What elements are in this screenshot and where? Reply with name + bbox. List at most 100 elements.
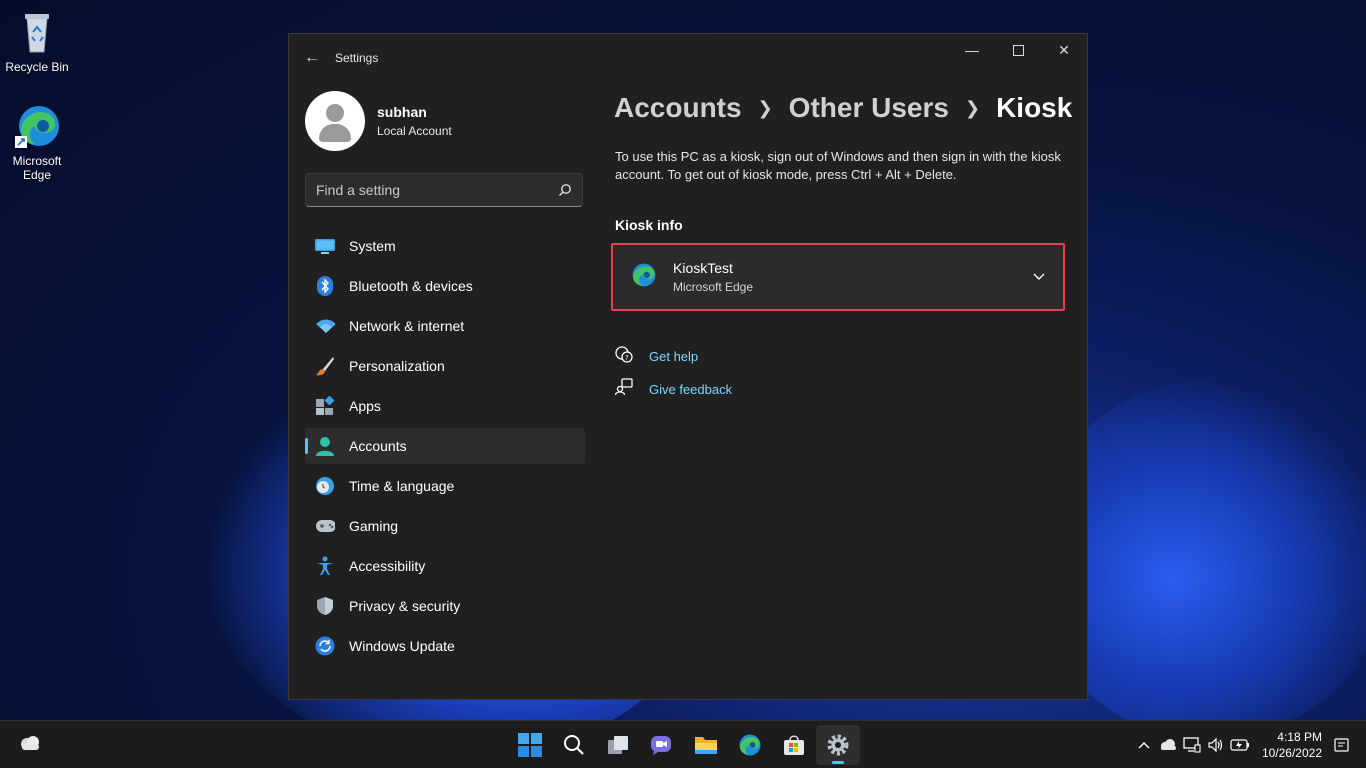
shield-icon bbox=[315, 596, 335, 616]
maximize-icon bbox=[1012, 44, 1024, 56]
minimize-button[interactable]: — bbox=[949, 34, 995, 66]
task-view-button[interactable] bbox=[596, 725, 640, 765]
feedback-icon bbox=[614, 378, 633, 401]
sidebar-item-network[interactable]: Network & internet bbox=[305, 308, 585, 344]
globe-clock-icon bbox=[315, 476, 335, 496]
give-feedback-link[interactable]: Give feedback bbox=[614, 378, 733, 401]
avatar bbox=[305, 91, 365, 151]
chevron-right-icon: ❯ bbox=[964, 97, 981, 118]
get-help-link[interactable]: ? Get help bbox=[615, 345, 698, 368]
sidebar-item-label: Apps bbox=[349, 398, 381, 414]
window-title: Settings bbox=[335, 51, 379, 65]
search-icon bbox=[564, 735, 584, 755]
chevron-right-icon: ❯ bbox=[757, 97, 773, 118]
person-icon bbox=[315, 436, 335, 456]
user-profile[interactable]: subhan Local Account bbox=[305, 91, 452, 151]
sidebar-item-personalization[interactable]: Personalization bbox=[305, 348, 585, 384]
chevron-up-icon[interactable] bbox=[1132, 733, 1156, 757]
sidebar-item-bluetooth[interactable]: Bluetooth & devices bbox=[305, 268, 585, 304]
sidebar-item-accounts[interactable]: Accounts bbox=[305, 428, 585, 464]
bluetooth-icon bbox=[315, 276, 335, 296]
breadcrumb-other-users[interactable]: Other Users bbox=[789, 92, 949, 124]
help-chat-icon: ? bbox=[615, 345, 633, 368]
accessibility-icon bbox=[315, 556, 335, 576]
battery-icon[interactable] bbox=[1228, 733, 1252, 757]
gamepad-icon bbox=[315, 516, 335, 536]
brush-icon bbox=[315, 356, 335, 376]
start-icon bbox=[518, 733, 542, 757]
account-type: Local Account bbox=[377, 124, 452, 138]
settings-taskbar-button[interactable] bbox=[816, 725, 860, 765]
edge-icon bbox=[631, 262, 657, 293]
task-view-icon bbox=[608, 736, 628, 754]
give-feedback-label: Give feedback bbox=[649, 382, 733, 397]
widgets-button[interactable] bbox=[8, 725, 52, 765]
desktop-icon-label: Microsoft Edge bbox=[12, 154, 62, 182]
edge-icon bbox=[13, 102, 61, 150]
sidebar-item-apps[interactable]: Apps bbox=[305, 388, 585, 424]
apps-icon bbox=[315, 396, 335, 416]
kiosk-account-name: KioskTest bbox=[673, 260, 733, 276]
chat-button[interactable] bbox=[640, 725, 684, 765]
network-icon[interactable] bbox=[1180, 733, 1204, 757]
user-name: subhan bbox=[377, 104, 427, 120]
sidebar-item-label: System bbox=[349, 238, 396, 254]
back-button[interactable]: ← bbox=[289, 34, 335, 82]
search-input[interactable] bbox=[316, 182, 536, 198]
notification-icon[interactable] bbox=[1330, 733, 1354, 757]
breadcrumb-accounts[interactable]: Accounts bbox=[614, 92, 742, 124]
sidebar-item-label: Time & language bbox=[349, 478, 455, 494]
sidebar-item-label: Network & internet bbox=[349, 318, 465, 334]
chevron-down-icon[interactable] bbox=[1029, 267, 1049, 287]
section-title: Kiosk info bbox=[615, 217, 683, 233]
volume-icon[interactable] bbox=[1204, 733, 1228, 757]
sidebar-item-label: Bluetooth & devices bbox=[349, 278, 473, 294]
taskbar-search-button[interactable] bbox=[552, 725, 596, 765]
sidebar-item-label: Accounts bbox=[349, 438, 407, 454]
monitor-icon bbox=[315, 236, 335, 256]
clock[interactable]: 4:18 PM 10/26/2022 bbox=[1262, 729, 1322, 761]
minimize-icon: — bbox=[965, 42, 979, 58]
sidebar-item-label: Privacy & security bbox=[349, 598, 461, 614]
desktop-icon-microsoft-edge[interactable]: Microsoft Edge bbox=[0, 102, 74, 182]
sidebar-item-accessibility[interactable]: Accessibility bbox=[305, 548, 585, 584]
sidebar-item-label: Personalization bbox=[349, 358, 445, 374]
desktop-icon-recycle-bin[interactable]: Recycle Bin bbox=[0, 8, 74, 74]
sidebar-item-label: Windows Update bbox=[349, 638, 455, 654]
sidebar-item-windows-update[interactable]: Windows Update bbox=[305, 628, 585, 664]
search-box bbox=[305, 173, 583, 207]
edge-icon bbox=[739, 734, 761, 756]
back-arrow-icon: ← bbox=[304, 49, 320, 66]
onedrive-icon[interactable] bbox=[1156, 733, 1180, 757]
sidebar-nav: System Bluetooth & devices Network & int… bbox=[305, 228, 585, 668]
recycle-bin-icon bbox=[13, 8, 61, 56]
settings-window: ← Settings — ✕ subhan Local Account Find… bbox=[288, 33, 1088, 700]
sidebar-item-gaming[interactable]: Gaming bbox=[305, 508, 585, 544]
search-icon[interactable] bbox=[558, 183, 572, 197]
weather-cloud-icon bbox=[18, 734, 42, 757]
taskbar: 4:18 PM 10/26/2022 bbox=[0, 720, 1366, 768]
start-button[interactable] bbox=[508, 725, 552, 765]
kiosk-app-name: Microsoft Edge bbox=[673, 280, 754, 294]
desktop-icon-label: Recycle Bin bbox=[5, 60, 69, 74]
kiosk-description: To use this PC as a kiosk, sign out of W… bbox=[615, 149, 1061, 182]
clock-date: 10/26/2022 bbox=[1261, 746, 1322, 760]
get-help-label: Get help bbox=[649, 349, 699, 364]
file-explorer-button[interactable] bbox=[684, 725, 728, 765]
sidebar-item-system[interactable]: System bbox=[305, 228, 585, 264]
update-icon bbox=[315, 636, 335, 656]
taskbar-apps bbox=[508, 725, 860, 765]
system-tray: 4:18 PM 10/26/2022 bbox=[1132, 721, 1354, 768]
file-explorer-icon bbox=[695, 737, 717, 754]
window-controls: — ✕ bbox=[949, 34, 1087, 66]
title-bar: ← Settings — ✕ bbox=[289, 34, 1087, 82]
maximize-button[interactable] bbox=[995, 34, 1041, 66]
settings-icon bbox=[827, 734, 849, 756]
store-button[interactable] bbox=[772, 725, 816, 765]
store-icon bbox=[784, 735, 804, 755]
close-button[interactable]: ✕ bbox=[1041, 34, 1087, 66]
sidebar-item-time-language[interactable]: Time & language bbox=[305, 468, 585, 504]
sidebar-item-privacy-security[interactable]: Privacy & security bbox=[305, 588, 585, 624]
kiosk-info-card[interactable]: KioskTest Microsoft Edge bbox=[611, 243, 1065, 311]
edge-taskbar-button[interactable] bbox=[728, 725, 772, 765]
